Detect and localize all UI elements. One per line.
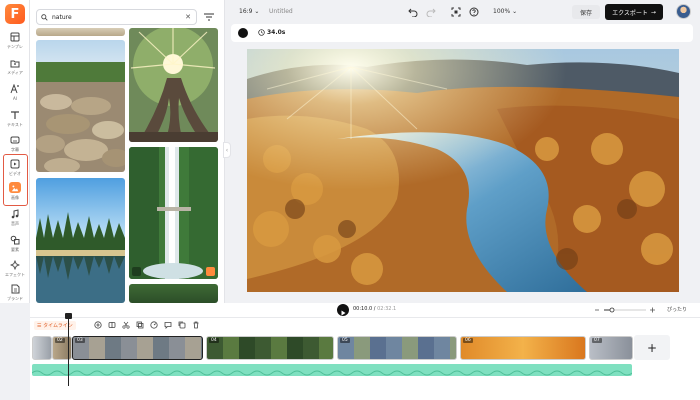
timeline-clip-2[interactable]: 02 [52, 336, 72, 360]
timeline-tag[interactable]: ☰ タイムライン [34, 320, 76, 330]
add-icon[interactable] [94, 321, 102, 329]
elements-icon [10, 235, 20, 245]
rail-item-video[interactable]: ビデオ [2, 159, 28, 181]
timeline-clip-6[interactable]: 06 [460, 336, 586, 360]
video-badge-icon [132, 267, 141, 276]
search-input[interactable] [52, 13, 182, 21]
media-icon [10, 60, 20, 68]
duplicate-icon[interactable] [136, 321, 144, 329]
play-button[interactable] [337, 304, 349, 316]
timeline-clip-1[interactable] [32, 336, 52, 360]
timeline-clip-5[interactable]: 05 [337, 336, 457, 360]
canvas-toolbar: 34.0s [231, 24, 693, 42]
save-button[interactable]: 保存 [572, 5, 600, 19]
rail-item-effects[interactable]: エフェクト [2, 260, 28, 282]
brand-icon [11, 284, 20, 294]
add-clip-button[interactable]: + [634, 335, 670, 360]
redo-icon[interactable] [426, 7, 436, 17]
playback-bar: 00:10.0 / 02:32.1 ぴったり [30, 303, 700, 317]
image-icon [9, 182, 21, 193]
arrow-right-icon: → [650, 8, 656, 16]
search-box: ✕ [36, 9, 197, 25]
video-icon [10, 159, 20, 169]
undo-icon[interactable] [408, 7, 418, 17]
timeline-zoom-slider[interactable] [594, 306, 656, 314]
rail-item-template[interactable]: テンプレ [2, 32, 28, 54]
editor-app: F テンプレ メディア AI テキスト 字幕 ビデオ 画像 音声 要素 エフェク… [0, 0, 700, 400]
timeline: ☰ タイムライン 02 03 04 05 06 07 [30, 317, 700, 400]
rail-item-image[interactable]: 画像 [2, 182, 28, 204]
plus-icon: + [646, 340, 658, 355]
music-icon [11, 209, 19, 219]
subtitle-icon [10, 136, 20, 144]
media-thumb-tree[interactable] [129, 28, 218, 142]
zoom-select[interactable]: 100% ⌄ [493, 8, 517, 15]
delete-icon[interactable] [192, 321, 200, 329]
search-icon [41, 13, 48, 21]
clear-search-icon[interactable]: ✕ [185, 13, 191, 21]
timeline-clip-3[interactable]: 03 [72, 336, 203, 360]
playback-time: 00:10.0 / 02:32.1 [353, 306, 397, 312]
rail-item-media[interactable]: メディア [2, 58, 28, 80]
project-title[interactable]: Untitled [269, 8, 293, 15]
app-logo[interactable]: F [5, 4, 25, 24]
media-thumb-forest[interactable] [129, 284, 218, 303]
canvas-area: 34.0s [231, 24, 700, 302]
background-color-swatch[interactable] [238, 28, 248, 38]
copy-icon[interactable] [178, 321, 186, 329]
export-button[interactable]: エクスポート → [605, 4, 663, 20]
top-bar: 16:9 ⌄ Untitled 100% ⌄ 保存 エクスポート → [231, 0, 700, 24]
rail-item-music[interactable]: 音声 [2, 209, 28, 231]
media-thumb-stones[interactable] [36, 40, 125, 172]
premium-badge-icon [206, 267, 215, 276]
text-icon [11, 111, 19, 119]
template-icon [10, 32, 20, 42]
speed-icon[interactable] [150, 321, 158, 329]
ai-text-icon [10, 84, 19, 94]
collapse-panel-button[interactable]: ‹ [223, 142, 231, 158]
timeline-clip-7[interactable]: 07 [589, 336, 633, 360]
media-thumb-top-left[interactable] [36, 28, 125, 36]
filter-icon[interactable] [203, 11, 215, 23]
comment-icon[interactable] [164, 321, 172, 329]
media-panel: ✕ [30, 0, 225, 303]
timeline-clip-4[interactable]: 04 [206, 336, 334, 360]
rail-item-text[interactable]: テキスト [2, 110, 28, 132]
timeline-toolbar: ☰ タイムライン [34, 318, 200, 332]
duration-control[interactable]: 34.0s [258, 29, 285, 36]
playhead[interactable] [68, 314, 69, 386]
effects-icon [10, 260, 20, 270]
video-preview[interactable] [247, 49, 679, 292]
scissors-icon[interactable] [122, 321, 130, 329]
split-icon[interactable] [108, 321, 116, 329]
left-rail: F テンプレ メディア AI テキスト 字幕 ビデオ 画像 音声 要素 エフェク… [0, 0, 30, 303]
media-thumb-lake[interactable] [36, 178, 125, 303]
help-icon[interactable] [469, 7, 479, 17]
media-thumb-waterfall[interactable] [129, 147, 218, 279]
clock-icon [258, 29, 265, 36]
audio-track[interactable] [32, 364, 632, 376]
aspect-ratio-select[interactable]: 16:9 ⌄ [239, 8, 259, 15]
fit-timeline-button[interactable]: ぴったり [667, 306, 687, 313]
user-avatar[interactable] [676, 4, 691, 19]
rail-item-ai[interactable]: AI [2, 84, 28, 106]
rail-item-brand[interactable]: ブランド [2, 284, 28, 306]
rail-item-elements[interactable]: 要素 [2, 235, 28, 257]
fit-screen-icon[interactable] [451, 7, 461, 17]
